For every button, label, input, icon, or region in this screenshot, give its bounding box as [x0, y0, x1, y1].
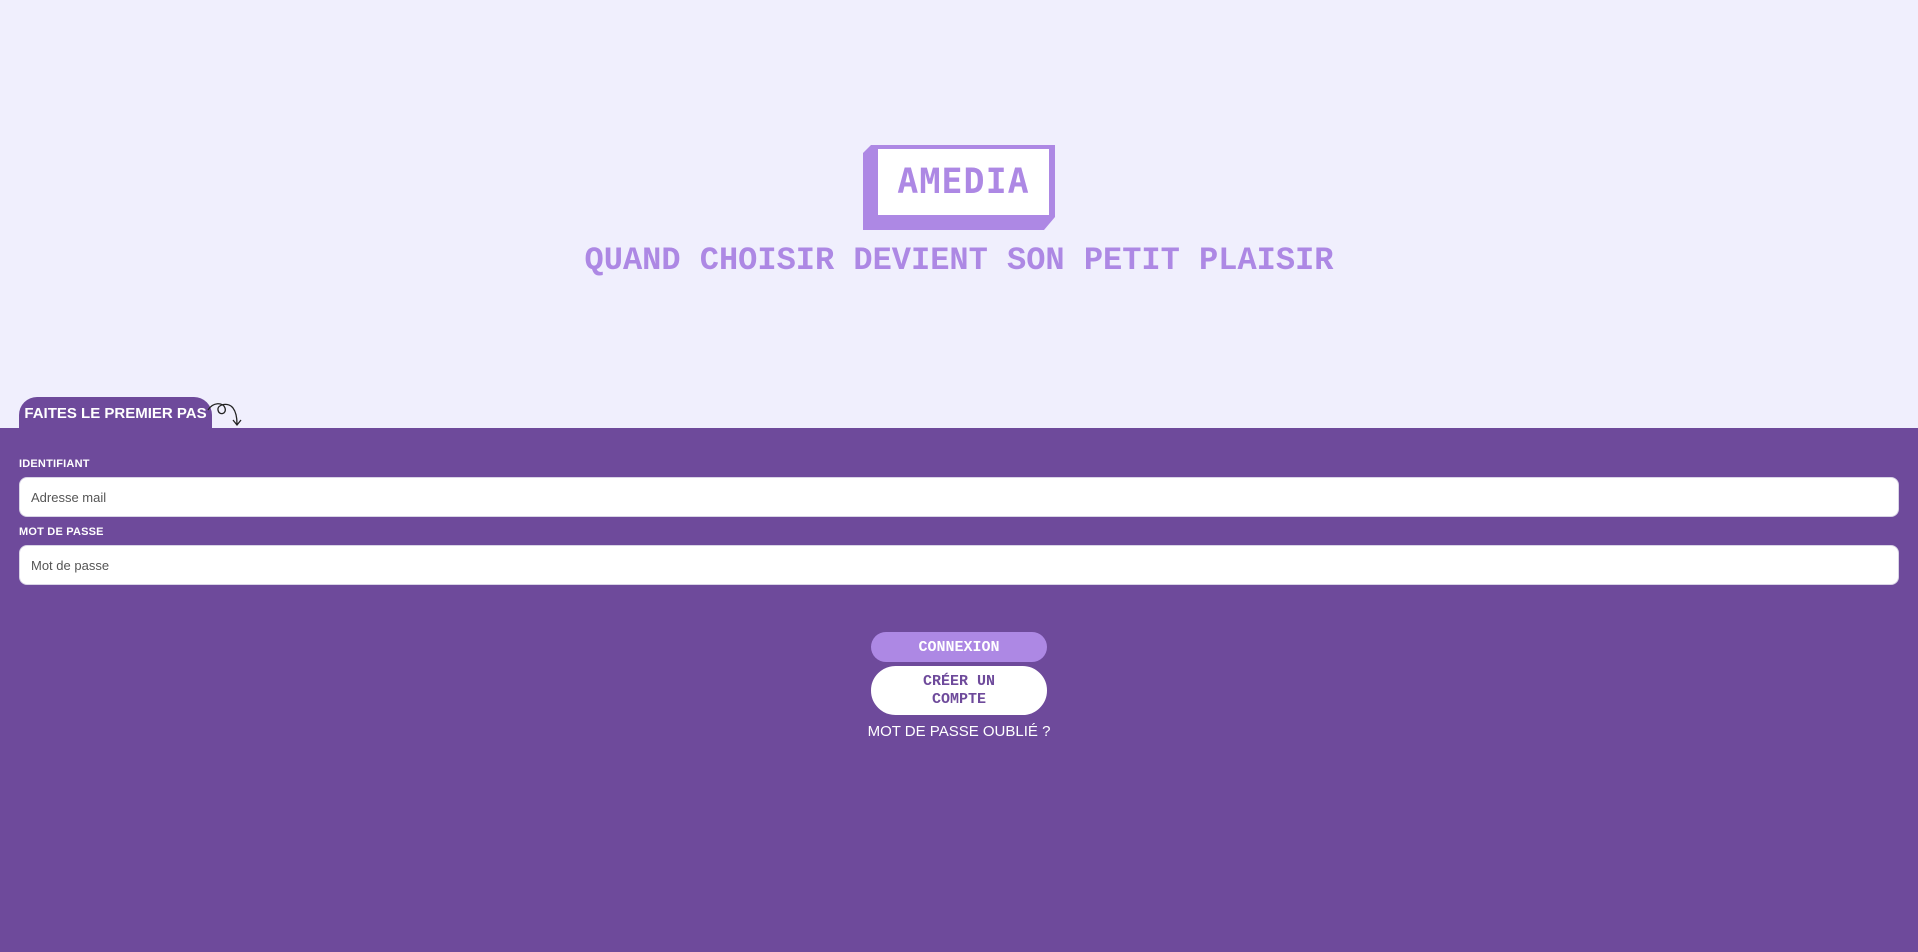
email-field[interactable]: [19, 477, 1899, 517]
amedia-logo: AMEDIA: [863, 145, 1055, 230]
password-field[interactable]: [19, 545, 1899, 585]
forgot-password-link[interactable]: MOT DE PASSE OUBLIÉ ?: [868, 723, 1051, 740]
curly-arrow-down-icon: [207, 403, 242, 427]
login-button[interactable]: CONNEXION: [871, 632, 1047, 662]
login-tab: FAITES LE PREMIER PAS: [19, 397, 212, 429]
hero-section: AMEDIA QUAND CHOISIR DEVIENT SON PETIT P…: [0, 0, 1918, 428]
forgot-password-row: MOT DE PASSE OUBLIÉ ?: [0, 723, 1918, 740]
tagline: QUAND CHOISIR DEVIENT SON PETIT PLAISIR: [584, 242, 1334, 279]
create-account-button[interactable]: CRÉER UN COMPTE: [871, 666, 1047, 715]
logo-text: AMEDIA: [897, 162, 1030, 202]
identifiant-label: IDENTIFIANT: [19, 458, 90, 470]
password-label: MOT DE PASSE: [19, 526, 104, 538]
